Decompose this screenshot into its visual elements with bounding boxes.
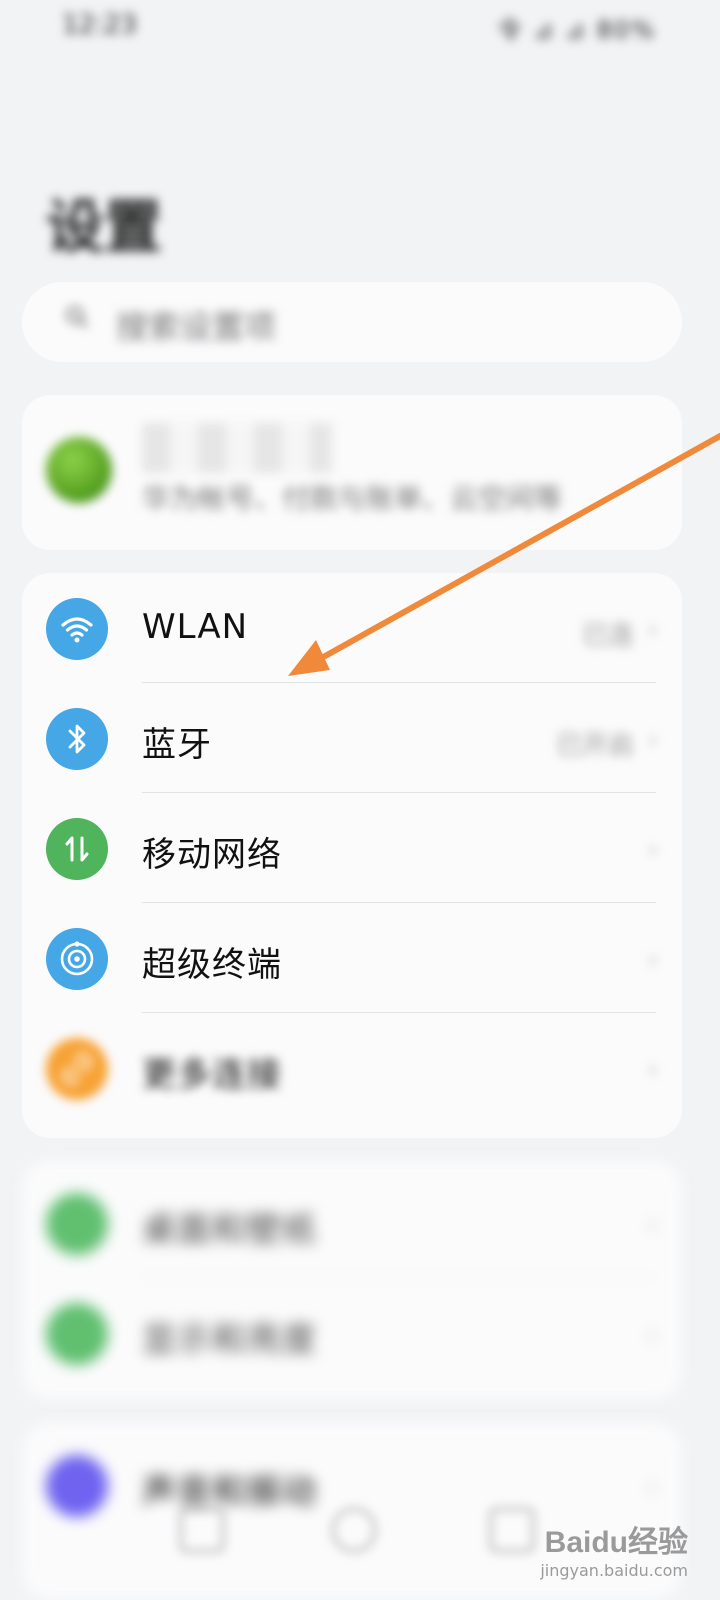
settings-item-super-device[interactable]: 超级终端 › <box>22 903 682 1013</box>
settings-item-display[interactable]: 显示和亮度 › <box>22 1278 682 1388</box>
search-bar[interactable]: 搜索设置项 <box>22 282 682 362</box>
wlan-status: 已连 <box>581 621 634 651</box>
settings-item-bluetooth[interactable]: 蓝牙 已开启 › <box>22 683 682 793</box>
link-icon <box>46 1038 108 1100</box>
more-connections-label: 更多连接 <box>142 1055 282 1095</box>
settings-item-mobile-network[interactable]: 移动网络 › <box>22 793 682 903</box>
account-name <box>142 423 332 473</box>
account-description: 华为帐号、付款与账单、云空间等 <box>142 482 563 515</box>
account-card[interactable]: 华为帐号、付款与账单、云空间等 <box>22 395 682 550</box>
chevron-right-icon: › <box>647 725 658 755</box>
chevron-right-icon: › <box>647 615 658 645</box>
display-card: 桌面和壁纸 › 显示和亮度 › <box>22 1160 682 1400</box>
display-label: 显示和亮度 <box>142 1320 317 1360</box>
connections-card: WLAN 已连 › 蓝牙 已开启 › 移动网络 › 超级终端 › 更多连接 › <box>22 573 682 1138</box>
avatar <box>46 437 112 503</box>
status-time: 12:23 <box>62 10 137 40</box>
status-bar: 12:23 令 ⊿ ⊿ 80% <box>0 0 720 56</box>
watermark-logo: Baidu经验 <box>544 1526 688 1559</box>
bluetooth-label: 蓝牙 <box>142 725 212 765</box>
bluetooth-icon <box>46 708 108 770</box>
page-title: 设置 <box>46 193 163 261</box>
wallpaper-icon <box>46 1193 108 1255</box>
status-icons: 令 ⊿ ⊿ 80% <box>497 16 656 44</box>
bluetooth-status: 已开启 <box>555 731 634 761</box>
settings-item-wlan[interactable]: WLAN 已连 › <box>22 573 682 683</box>
back-button[interactable] <box>180 1508 224 1552</box>
wallpaper-label: 桌面和壁纸 <box>142 1210 317 1250</box>
chevron-right-icon: › <box>647 945 658 975</box>
watermark: Baidu经验 jingyan.baidu.com <box>540 1517 688 1580</box>
brightness-icon <box>46 1303 108 1365</box>
recents-button[interactable] <box>490 1508 534 1552</box>
chevron-right-icon: › <box>647 835 658 865</box>
wlan-label: WLAN <box>142 607 249 647</box>
chevron-right-icon: › <box>647 1320 658 1350</box>
mobile-data-icon <box>46 818 108 880</box>
search-icon <box>66 306 89 329</box>
chevron-right-icon: › <box>647 1055 658 1085</box>
home-button[interactable] <box>332 1508 376 1552</box>
watermark-url: jingyan.baidu.com <box>540 1561 688 1580</box>
mobile-network-label: 移动网络 <box>142 835 282 875</box>
wifi-icon <box>46 598 108 660</box>
search-placeholder: 搜索设置项 <box>116 308 277 346</box>
chevron-right-icon: › <box>647 1210 658 1240</box>
super-device-label: 超级终端 <box>142 945 282 985</box>
super-device-icon <box>46 928 108 990</box>
settings-item-wallpaper[interactable]: 桌面和壁纸 › <box>22 1168 682 1278</box>
settings-item-more-connections[interactable]: 更多连接 › <box>22 1013 682 1123</box>
